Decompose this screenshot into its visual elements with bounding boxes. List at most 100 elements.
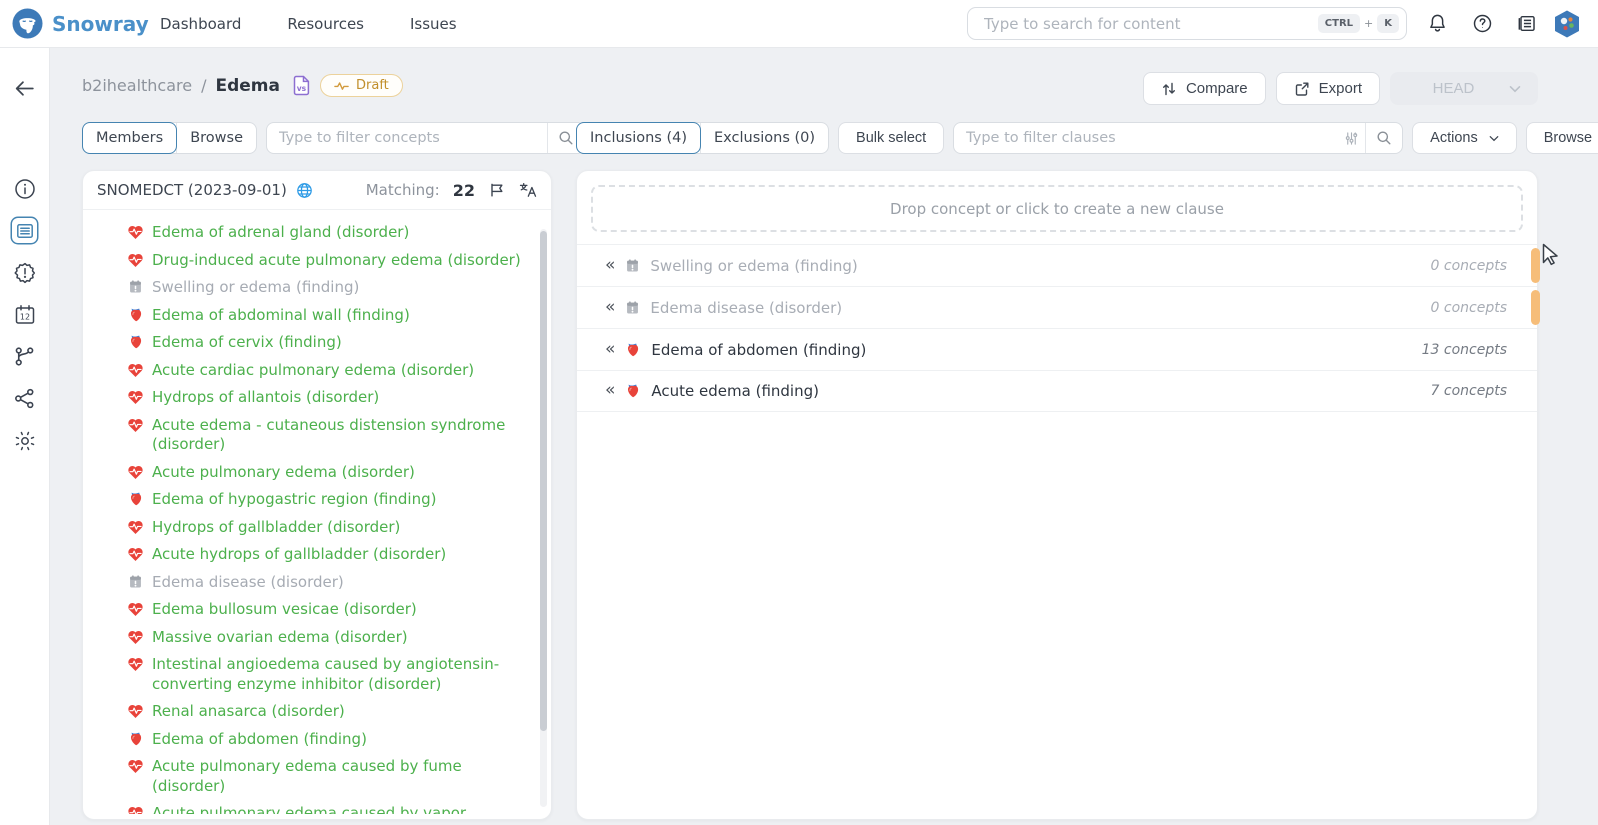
inactive-concept-icon [625, 258, 640, 273]
collapse-chevrons-icon[interactable]: « [605, 380, 615, 400]
browse-clauses-button[interactable]: Browse [1526, 122, 1598, 154]
concept-item[interactable]: Hydrops of allantois (disorder) [127, 384, 525, 412]
nav-link-resources[interactable]: Resources [287, 15, 364, 33]
concept-label: Acute hydrops of gallbladder (disorder) [152, 545, 446, 565]
navbar-icons [1427, 13, 1538, 34]
svg-text:vs: vs [297, 84, 307, 93]
export-button[interactable]: Export [1276, 72, 1380, 105]
concept-label: Edema of adrenal gland (disorder) [152, 223, 409, 243]
clause-row[interactable]: «Edema disease (disorder)0 concepts [577, 286, 1537, 328]
concept-label: Acute edema - cutaneous distension syndr… [152, 416, 525, 455]
translate-icon[interactable] [519, 182, 537, 198]
actions-dropdown[interactable]: Actions [1412, 122, 1517, 154]
concept-item[interactable]: Edema of hypogastric region (finding) [127, 486, 525, 514]
concept-item[interactable]: Acute pulmonary edema caused by vapor (d… [127, 800, 525, 814]
inactive-concept-icon [625, 300, 640, 315]
keyboard-shortcut: CTRL+K [1318, 14, 1399, 33]
bulk-select-button[interactable]: Bulk select [838, 122, 944, 154]
members-toolbar: MembersBrowse [82, 122, 585, 154]
clause-label: Swelling or edema (finding) [650, 257, 857, 275]
concept-item[interactable]: Acute hydrops of gallbladder (disorder) [127, 541, 525, 569]
concept-item[interactable]: Acute cardiac pulmonary edema (disorder) [127, 357, 525, 385]
chevron-down-icon [1509, 85, 1521, 93]
clause-row[interactable]: «Acute edema (finding)7 concepts [577, 370, 1537, 412]
inclusion-tab-group: Inclusions (4)Exclusions (0) [576, 122, 829, 154]
pulse-heart-icon [127, 417, 144, 433]
concept-item[interactable]: Acute pulmonary edema (disorder) [127, 459, 525, 487]
tab-exclusions-0[interactable]: Exclusions (0) [700, 123, 828, 153]
concept-item[interactable]: Swelling or edema (finding) [127, 274, 525, 302]
clause-dropzone[interactable]: Drop concept or click to create a new cl… [591, 185, 1523, 232]
collapse-chevrons-icon[interactable]: « [605, 255, 615, 275]
news-icon[interactable] [1517, 13, 1538, 34]
concept-item[interactable]: Edema of abdomen (finding) [127, 726, 525, 754]
pulse-heart-icon [127, 362, 144, 378]
scrollbar-thumb[interactable] [540, 231, 547, 731]
clause-filter-input[interactable] [954, 130, 1337, 146]
global-search[interactable]: CTRL+K [967, 7, 1407, 40]
pulse-heart-icon [127, 629, 144, 645]
anatomical-heart-icon [127, 307, 144, 323]
bell-icon[interactable] [1427, 13, 1448, 34]
concept-item[interactable]: Renal anasarca (disorder) [127, 698, 525, 726]
concept-item[interactable]: Drug-induced acute pulmonary edema (diso… [127, 247, 525, 275]
concept-label: Drug-induced acute pulmonary edema (diso… [152, 251, 521, 271]
breadcrumb-org[interactable]: b2ihealthcare [82, 76, 192, 95]
user-avatar[interactable] [1552, 9, 1582, 39]
scrollbar-track[interactable] [540, 229, 547, 807]
breadcrumb-separator: / [201, 76, 206, 95]
concept-label: Edema disease (disorder) [152, 573, 344, 593]
top-navbar: Snowray Dashboard Resources Issues CTRL+K [0, 0, 1598, 48]
flag-icon[interactable] [488, 182, 506, 198]
clause-row[interactable]: «Swelling or edema (finding)0 concepts [577, 244, 1537, 286]
compare-button-label: Compare [1186, 80, 1248, 97]
sidebar-item-gear-icon[interactable] [12, 428, 37, 453]
main-area: b2ihealthcare / Edema vs Draft [50, 48, 1598, 825]
collapse-chevrons-icon[interactable]: « [605, 339, 615, 359]
concept-item[interactable]: Edema of adrenal gland (disorder) [127, 219, 525, 247]
left-rail: 12 [0, 48, 50, 825]
brand[interactable]: Snowray [0, 8, 150, 39]
version-select[interactable]: HEAD [1390, 72, 1538, 105]
concept-item[interactable]: Intestinal angioedema caused by angioten… [127, 651, 525, 698]
concept-label: Hydrops of gallbladder (disorder) [152, 518, 400, 538]
back-arrow-icon[interactable] [12, 76, 37, 101]
concept-item[interactable]: Acute edema - cutaneous distension syndr… [127, 412, 525, 459]
concept-item[interactable]: Acute pulmonary edema caused by fume (di… [127, 753, 525, 800]
sidebar-item-document-icon[interactable] [12, 218, 37, 243]
concept-label: Massive ovarian edema (disorder) [152, 628, 408, 648]
concept-label: Edema of abdominal wall (finding) [152, 306, 410, 326]
sidebar-item-calendar-12-icon[interactable]: 12 [12, 302, 37, 327]
concept-label: Intestinal angioedema caused by angioten… [152, 655, 525, 694]
sidebar-item-alert-badge-icon[interactable] [12, 260, 37, 285]
concept-item[interactable]: Edema of abdominal wall (finding) [127, 302, 525, 330]
search-icon[interactable] [1366, 130, 1402, 146]
clause-row[interactable]: «Edema of abdomen (finding)13 concepts [577, 328, 1537, 370]
sidebar-item-share-icon[interactable] [12, 386, 37, 411]
tab-members[interactable]: Members [82, 122, 177, 154]
tab-browse[interactable]: Browse [176, 123, 256, 153]
nav-link-dashboard[interactable]: Dashboard [160, 15, 241, 33]
sidebar-item-info-icon[interactable] [12, 176, 37, 201]
compare-button[interactable]: Compare [1143, 72, 1266, 105]
status-badge: Draft [320, 74, 403, 97]
global-search-input[interactable] [982, 14, 1318, 34]
anatomical-heart-icon [127, 731, 144, 747]
nav-link-issues[interactable]: Issues [410, 15, 457, 33]
concept-label: Edema of abdomen (finding) [152, 730, 367, 750]
sidebar-item-branch-icon[interactable] [12, 344, 37, 369]
help-icon[interactable] [1472, 13, 1493, 34]
concept-item[interactable]: Edema disease (disorder) [127, 569, 525, 597]
filter-sliders-icon[interactable] [1337, 131, 1365, 146]
inactive-concept-icon [127, 574, 144, 589]
concept-item[interactable]: Edema of cervix (finding) [127, 329, 525, 357]
tab-inclusions-4[interactable]: Inclusions (4) [576, 122, 701, 154]
codesystem-label: SNOMEDCT (2023-09-01) [97, 181, 287, 199]
concept-item[interactable]: Hydrops of gallbladder (disorder) [127, 514, 525, 542]
concept-filter-input[interactable] [267, 130, 547, 146]
codesystem-panel: SNOMEDCT (2023-09-01) Matching: 22 [82, 170, 552, 820]
concept-item[interactable]: Massive ovarian edema (disorder) [127, 624, 525, 652]
concept-label: Acute pulmonary edema (disorder) [152, 463, 415, 483]
concept-item[interactable]: Edema bullosum vesicae (disorder) [127, 596, 525, 624]
collapse-chevrons-icon[interactable]: « [605, 297, 615, 317]
